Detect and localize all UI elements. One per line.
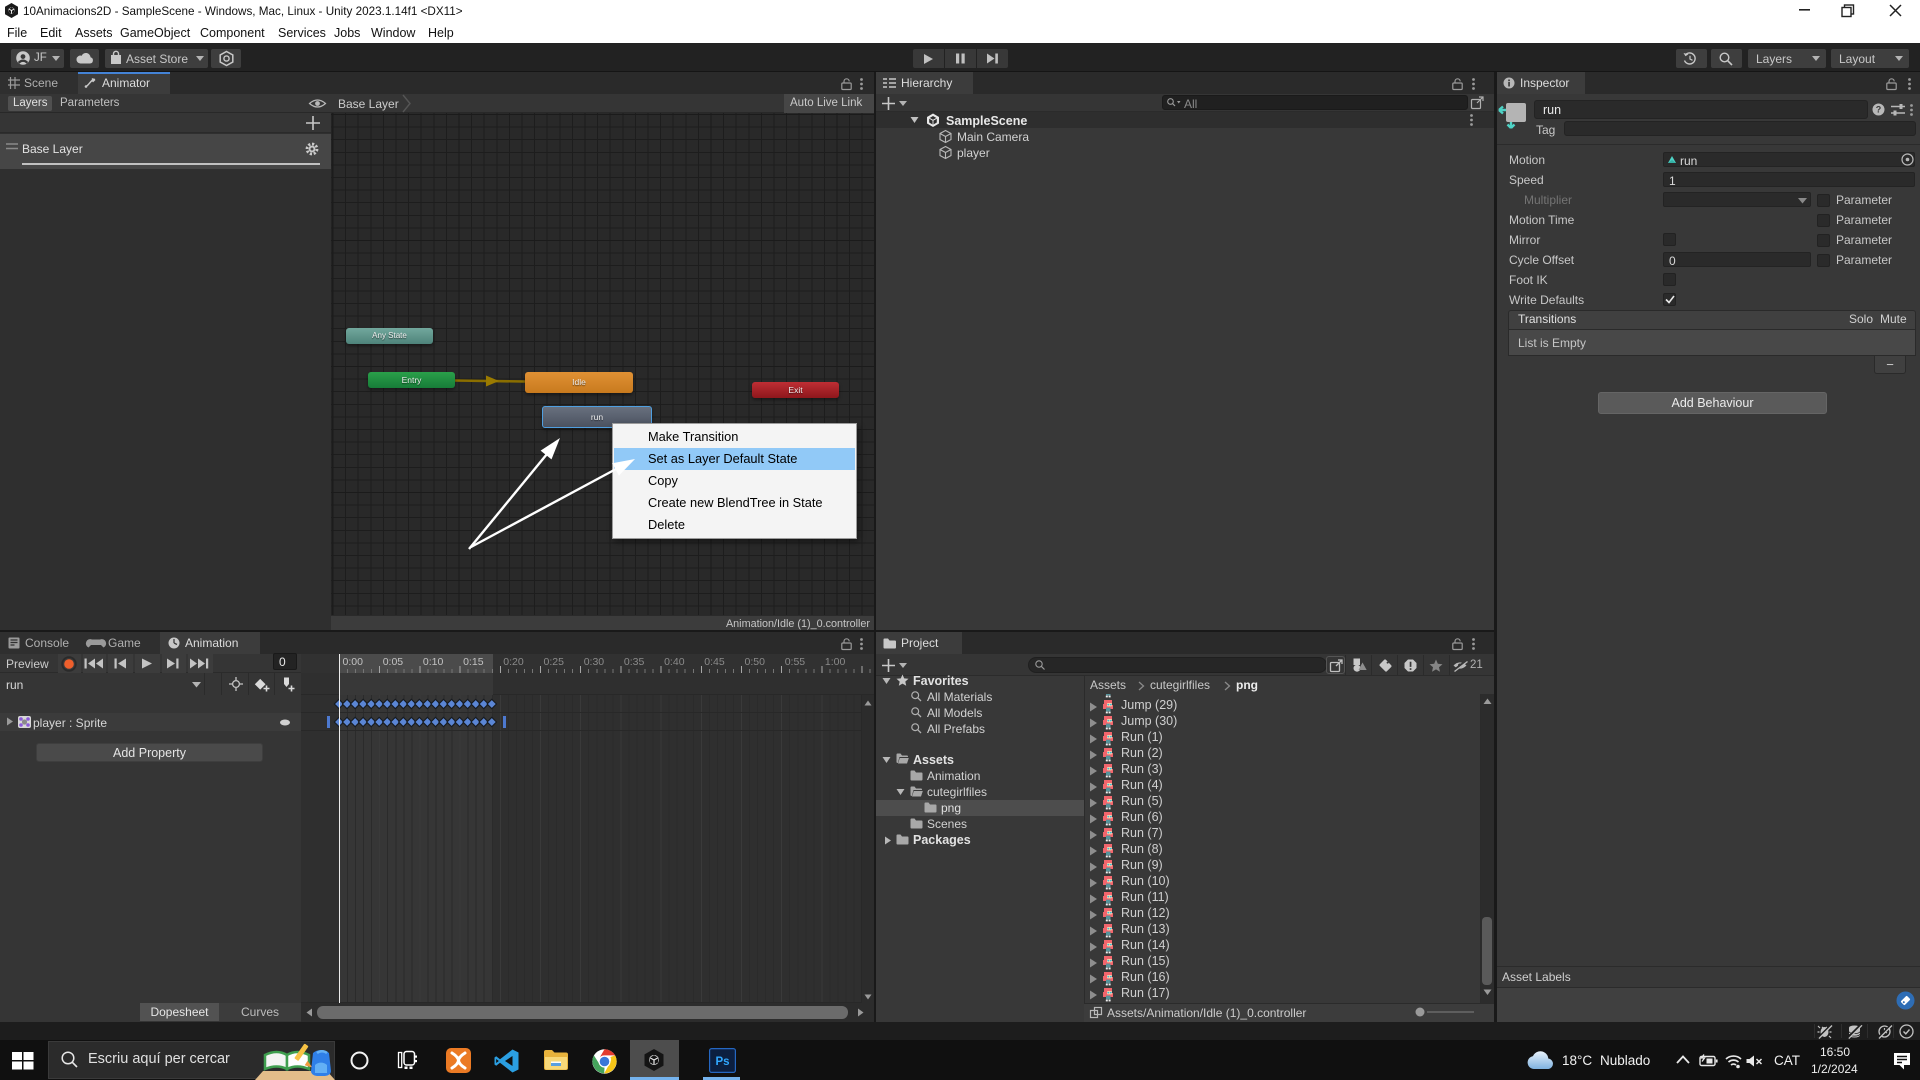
svg-text:Ps: Ps: [715, 1056, 729, 1068]
svg-text:?: ?: [1876, 105, 1882, 115]
